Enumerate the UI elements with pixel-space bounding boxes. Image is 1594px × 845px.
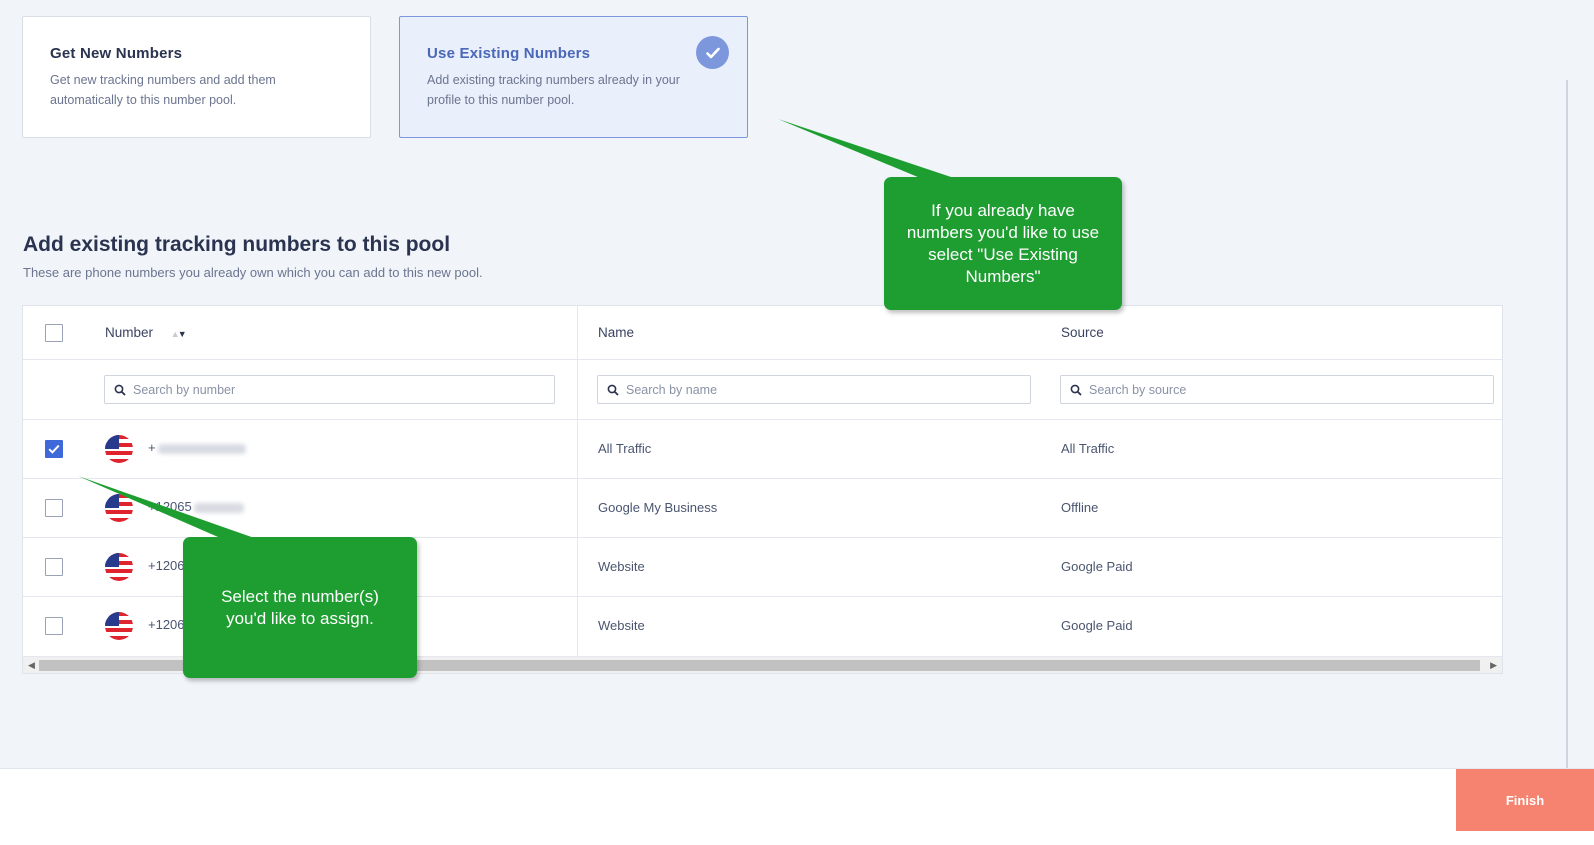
option-card-use-existing[interactable]: Use Existing Numbers Add existing tracki…: [399, 16, 748, 138]
row-checkbox[interactable]: [45, 440, 63, 458]
footer-bar: Finish: [0, 768, 1594, 845]
row-checkbox[interactable]: [45, 558, 63, 576]
us-flag-icon: [105, 435, 133, 463]
finish-button[interactable]: Finish: [1456, 769, 1594, 831]
option-description: Get new tracking numbers and add them aut…: [50, 73, 276, 107]
option-title: Get New Numbers: [50, 45, 183, 62]
row-checkbox[interactable]: [45, 499, 63, 517]
row-name: Google My Business: [598, 500, 718, 515]
table-row[interactable]: + All Traffic All Traffic: [23, 420, 1502, 479]
scroll-left-icon[interactable]: ◀: [28, 660, 35, 671]
callout-existing-numbers: If you already have numbers you'd like t…: [884, 177, 1122, 310]
phone-number: +12065: [148, 499, 244, 514]
table-header-row: Number ▲▼ Name Source: [23, 306, 1502, 360]
sort-icon[interactable]: ▲▼: [171, 329, 187, 339]
phone-number: +1206: [148, 617, 185, 632]
search-name-field[interactable]: [597, 375, 1031, 404]
option-card-get-new[interactable]: Get New Numbers Get new tracking numbers…: [22, 16, 371, 138]
row-name: All Traffic: [598, 441, 652, 456]
column-header-number[interactable]: Number ▲▼: [105, 325, 187, 340]
row-name: Website: [598, 618, 645, 633]
search-number-field[interactable]: [104, 375, 555, 404]
table-filter-row: [23, 360, 1502, 420]
page-scroll-track: [1566, 80, 1568, 768]
option-description: Add existing tracking numbers already in…: [427, 73, 680, 107]
column-header-name[interactable]: Name: [598, 325, 634, 340]
selected-check-icon: [696, 36, 729, 69]
us-flag-icon: [105, 494, 133, 522]
scroll-right-icon[interactable]: ▶: [1490, 660, 1497, 671]
section-subtitle: These are phone numbers you already own …: [23, 265, 483, 280]
row-source: All Traffic: [1061, 441, 1115, 456]
search-name-input[interactable]: [626, 382, 1007, 397]
search-source-field[interactable]: [1060, 375, 1494, 404]
phone-number: +: [148, 440, 246, 455]
us-flag-icon: [105, 553, 133, 581]
select-all-checkbox[interactable]: [45, 324, 63, 342]
section-title: Add existing tracking numbers to this po…: [23, 233, 451, 256]
search-icon: [114, 384, 126, 396]
phone-number: +1206: [148, 558, 185, 573]
option-title: Use Existing Numbers: [427, 45, 591, 62]
search-icon: [607, 384, 619, 396]
search-icon: [1070, 384, 1082, 396]
row-source: Google Paid: [1061, 618, 1133, 633]
search-number-input[interactable]: [133, 382, 529, 397]
search-source-input[interactable]: [1089, 382, 1470, 397]
row-checkbox[interactable]: [45, 617, 63, 635]
us-flag-icon: [105, 612, 133, 640]
column-header-source[interactable]: Source: [1061, 325, 1104, 340]
row-source: Google Paid: [1061, 559, 1133, 574]
row-name: Website: [598, 559, 645, 574]
row-source: Offline: [1061, 500, 1099, 515]
table-row[interactable]: +12065 Google My Business Offline: [23, 479, 1502, 538]
callout-select-numbers: Select the number(s) you'd like to assig…: [183, 537, 417, 678]
